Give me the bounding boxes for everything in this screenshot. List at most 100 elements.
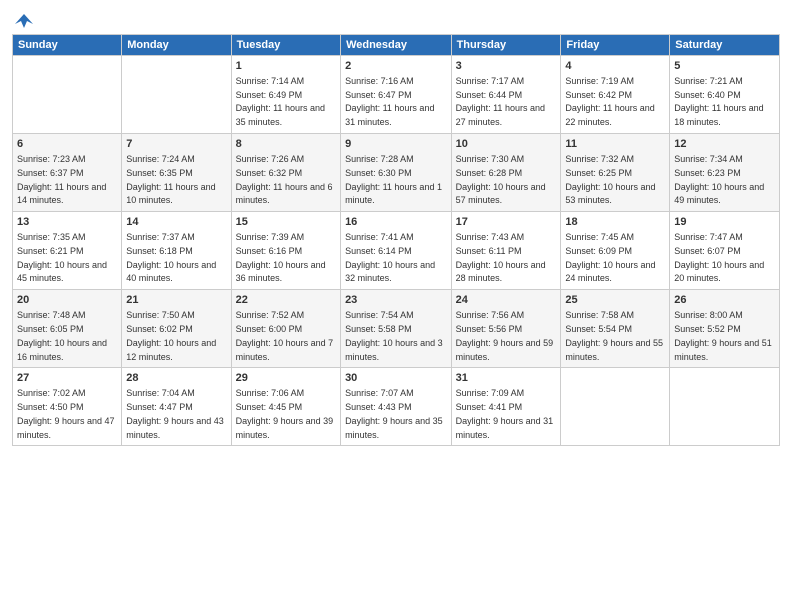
calendar-cell xyxy=(122,56,231,134)
day-info: Sunrise: 7:58 AMSunset: 5:54 PMDaylight:… xyxy=(565,310,663,361)
day-number: 24 xyxy=(456,293,557,308)
day-number: 8 xyxy=(236,137,336,152)
weekday-header-tuesday: Tuesday xyxy=(231,35,340,56)
calendar-cell: 3 Sunrise: 7:17 AMSunset: 6:44 PMDaylight… xyxy=(451,56,561,134)
calendar-cell: 26 Sunrise: 8:00 AMSunset: 5:52 PMDayligh… xyxy=(670,290,780,368)
day-info: Sunrise: 7:23 AMSunset: 6:37 PMDaylight:… xyxy=(17,154,106,205)
day-info: Sunrise: 7:41 AMSunset: 6:14 PMDaylight:… xyxy=(345,232,435,283)
day-info: Sunrise: 7:14 AMSunset: 6:49 PMDaylight:… xyxy=(236,76,325,127)
weekday-header-monday: Monday xyxy=(122,35,231,56)
calendar-cell: 31Sunrise: 7:09 AMSunset: 4:41 PMDayligh… xyxy=(451,368,561,446)
calendar-week-1: 1Sunrise: 7:14 AMSunset: 6:49 PMDaylight… xyxy=(13,56,780,134)
day-info: Sunrise: 7:02 AMSunset: 4:50 PMDaylight:… xyxy=(17,388,115,439)
day-number: 20 xyxy=(17,293,117,308)
weekday-header-friday: Friday xyxy=(561,35,670,56)
day-number: 26 xyxy=(674,293,775,308)
day-number: 7 xyxy=(126,137,226,152)
day-info: Sunrise: 7:35 AMSunset: 6:21 PMDaylight:… xyxy=(17,232,107,283)
calendar-cell: 25 Sunrise: 7:58 AMSunset: 5:54 PMDayligh… xyxy=(561,290,670,368)
calendar-cell: 7 Sunrise: 7:24 AMSunset: 6:35 PMDaylight… xyxy=(122,134,231,212)
calendar-table: SundayMondayTuesdayWednesdayThursdayFrid… xyxy=(12,34,780,446)
day-number: 16 xyxy=(345,215,447,230)
day-info: Sunrise: 7:26 AMSunset: 6:32 PMDaylight:… xyxy=(236,154,333,205)
day-info: Sunrise: 8:00 AMSunset: 5:52 PMDaylight:… xyxy=(674,310,772,361)
day-info: Sunrise: 7:21 AMSunset: 6:40 PMDaylight:… xyxy=(674,76,763,127)
day-number: 3 xyxy=(456,59,557,74)
calendar-cell xyxy=(13,56,122,134)
calendar-header-row: SundayMondayTuesdayWednesdayThursdayFrid… xyxy=(13,35,780,56)
day-number: 14 xyxy=(126,215,226,230)
day-info: Sunrise: 7:54 AMSunset: 5:58 PMDaylight:… xyxy=(345,310,443,361)
weekday-header-thursday: Thursday xyxy=(451,35,561,56)
logo-bird-icon xyxy=(13,10,35,32)
day-info: Sunrise: 7:48 AMSunset: 6:05 PMDaylight:… xyxy=(17,310,107,361)
calendar-cell: 17 Sunrise: 7:43 AMSunset: 6:11 PMDayligh… xyxy=(451,212,561,290)
calendar-cell: 11Sunrise: 7:32 AMSunset: 6:25 PMDayligh… xyxy=(561,134,670,212)
day-number: 29 xyxy=(236,371,336,386)
day-number: 25 xyxy=(565,293,665,308)
day-info: Sunrise: 7:47 AMSunset: 6:07 PMDaylight:… xyxy=(674,232,764,283)
calendar-cell: 12Sunrise: 7:34 AMSunset: 6:23 PMDayligh… xyxy=(670,134,780,212)
calendar-cell: 19 Sunrise: 7:47 AMSunset: 6:07 PMDayligh… xyxy=(670,212,780,290)
day-info: Sunrise: 7:16 AMSunset: 6:47 PMDaylight:… xyxy=(345,76,434,127)
day-info: Sunrise: 7:45 AMSunset: 6:09 PMDaylight:… xyxy=(565,232,655,283)
calendar-cell: 6 Sunrise: 7:23 AMSunset: 6:37 PMDaylight… xyxy=(13,134,122,212)
day-info: Sunrise: 7:39 AMSunset: 6:16 PMDaylight:… xyxy=(236,232,326,283)
day-number: 27 xyxy=(17,371,117,386)
calendar-cell: 5 Sunrise: 7:21 AMSunset: 6:40 PMDaylight… xyxy=(670,56,780,134)
calendar-cell: 14 Sunrise: 7:37 AMSunset: 6:18 PMDayligh… xyxy=(122,212,231,290)
calendar-cell: 15 Sunrise: 7:39 AMSunset: 6:16 PMDayligh… xyxy=(231,212,340,290)
weekday-header-wednesday: Wednesday xyxy=(341,35,452,56)
calendar-cell: 20 Sunrise: 7:48 AMSunset: 6:05 PMDayligh… xyxy=(13,290,122,368)
day-number: 15 xyxy=(236,215,336,230)
calendar-page: SundayMondayTuesdayWednesdayThursdayFrid… xyxy=(0,0,792,612)
calendar-week-5: 27 Sunrise: 7:02 AMSunset: 4:50 PMDayligh… xyxy=(13,368,780,446)
calendar-cell: 21Sunrise: 7:50 AMSunset: 6:02 PMDayligh… xyxy=(122,290,231,368)
day-info: Sunrise: 7:28 AMSunset: 6:30 PMDaylight:… xyxy=(345,154,442,205)
weekday-header-saturday: Saturday xyxy=(670,35,780,56)
day-number: 10 xyxy=(456,137,557,152)
calendar-cell xyxy=(670,368,780,446)
day-number: 28 xyxy=(126,371,226,386)
day-info: Sunrise: 7:24 AMSunset: 6:35 PMDaylight:… xyxy=(126,154,215,205)
day-number: 2 xyxy=(345,59,447,74)
day-number: 4 xyxy=(565,59,665,74)
calendar-cell: 1Sunrise: 7:14 AMSunset: 6:49 PMDaylight… xyxy=(231,56,340,134)
calendar-cell xyxy=(561,368,670,446)
day-info: Sunrise: 7:52 AMSunset: 6:00 PMDaylight:… xyxy=(236,310,334,361)
day-number: 5 xyxy=(674,59,775,74)
day-info: Sunrise: 7:17 AMSunset: 6:44 PMDaylight:… xyxy=(456,76,545,127)
weekday-header-sunday: Sunday xyxy=(13,35,122,56)
calendar-week-2: 6 Sunrise: 7:23 AMSunset: 6:37 PMDaylight… xyxy=(13,134,780,212)
day-info: Sunrise: 7:34 AMSunset: 6:23 PMDaylight:… xyxy=(674,154,764,205)
day-number: 6 xyxy=(17,137,117,152)
day-number: 23 xyxy=(345,293,447,308)
day-info: Sunrise: 7:06 AMSunset: 4:45 PMDaylight:… xyxy=(236,388,334,439)
day-number: 19 xyxy=(674,215,775,230)
day-number: 31 xyxy=(456,371,557,386)
day-info: Sunrise: 7:04 AMSunset: 4:47 PMDaylight:… xyxy=(126,388,224,439)
day-number: 21 xyxy=(126,293,226,308)
day-number: 9 xyxy=(345,137,447,152)
calendar-cell: 23 Sunrise: 7:54 AMSunset: 5:58 PMDayligh… xyxy=(341,290,452,368)
day-info: Sunrise: 7:37 AMSunset: 6:18 PMDaylight:… xyxy=(126,232,216,283)
calendar-cell: 10 Sunrise: 7:30 AMSunset: 6:28 PMDayligh… xyxy=(451,134,561,212)
calendar-week-3: 13Sunrise: 7:35 AMSunset: 6:21 PMDayligh… xyxy=(13,212,780,290)
day-info: Sunrise: 7:30 AMSunset: 6:28 PMDaylight:… xyxy=(456,154,546,205)
logo xyxy=(12,10,35,28)
calendar-cell: 2 Sunrise: 7:16 AMSunset: 6:47 PMDaylight… xyxy=(341,56,452,134)
day-info: Sunrise: 7:32 AMSunset: 6:25 PMDaylight:… xyxy=(565,154,655,205)
day-info: Sunrise: 7:19 AMSunset: 6:42 PMDaylight:… xyxy=(565,76,654,127)
header xyxy=(12,10,780,28)
calendar-cell: 27 Sunrise: 7:02 AMSunset: 4:50 PMDayligh… xyxy=(13,368,122,446)
day-info: Sunrise: 7:07 AMSunset: 4:43 PMDaylight:… xyxy=(345,388,443,439)
calendar-cell: 16 Sunrise: 7:41 AMSunset: 6:14 PMDayligh… xyxy=(341,212,452,290)
day-number: 18 xyxy=(565,215,665,230)
calendar-cell: 22Sunrise: 7:52 AMSunset: 6:00 PMDayligh… xyxy=(231,290,340,368)
day-number: 17 xyxy=(456,215,557,230)
calendar-cell: 28 Sunrise: 7:04 AMSunset: 4:47 PMDayligh… xyxy=(122,368,231,446)
day-number: 30 xyxy=(345,371,447,386)
calendar-week-4: 20 Sunrise: 7:48 AMSunset: 6:05 PMDayligh… xyxy=(13,290,780,368)
day-info: Sunrise: 7:43 AMSunset: 6:11 PMDaylight:… xyxy=(456,232,546,283)
calendar-cell: 29 Sunrise: 7:06 AMSunset: 4:45 PMDayligh… xyxy=(231,368,340,446)
